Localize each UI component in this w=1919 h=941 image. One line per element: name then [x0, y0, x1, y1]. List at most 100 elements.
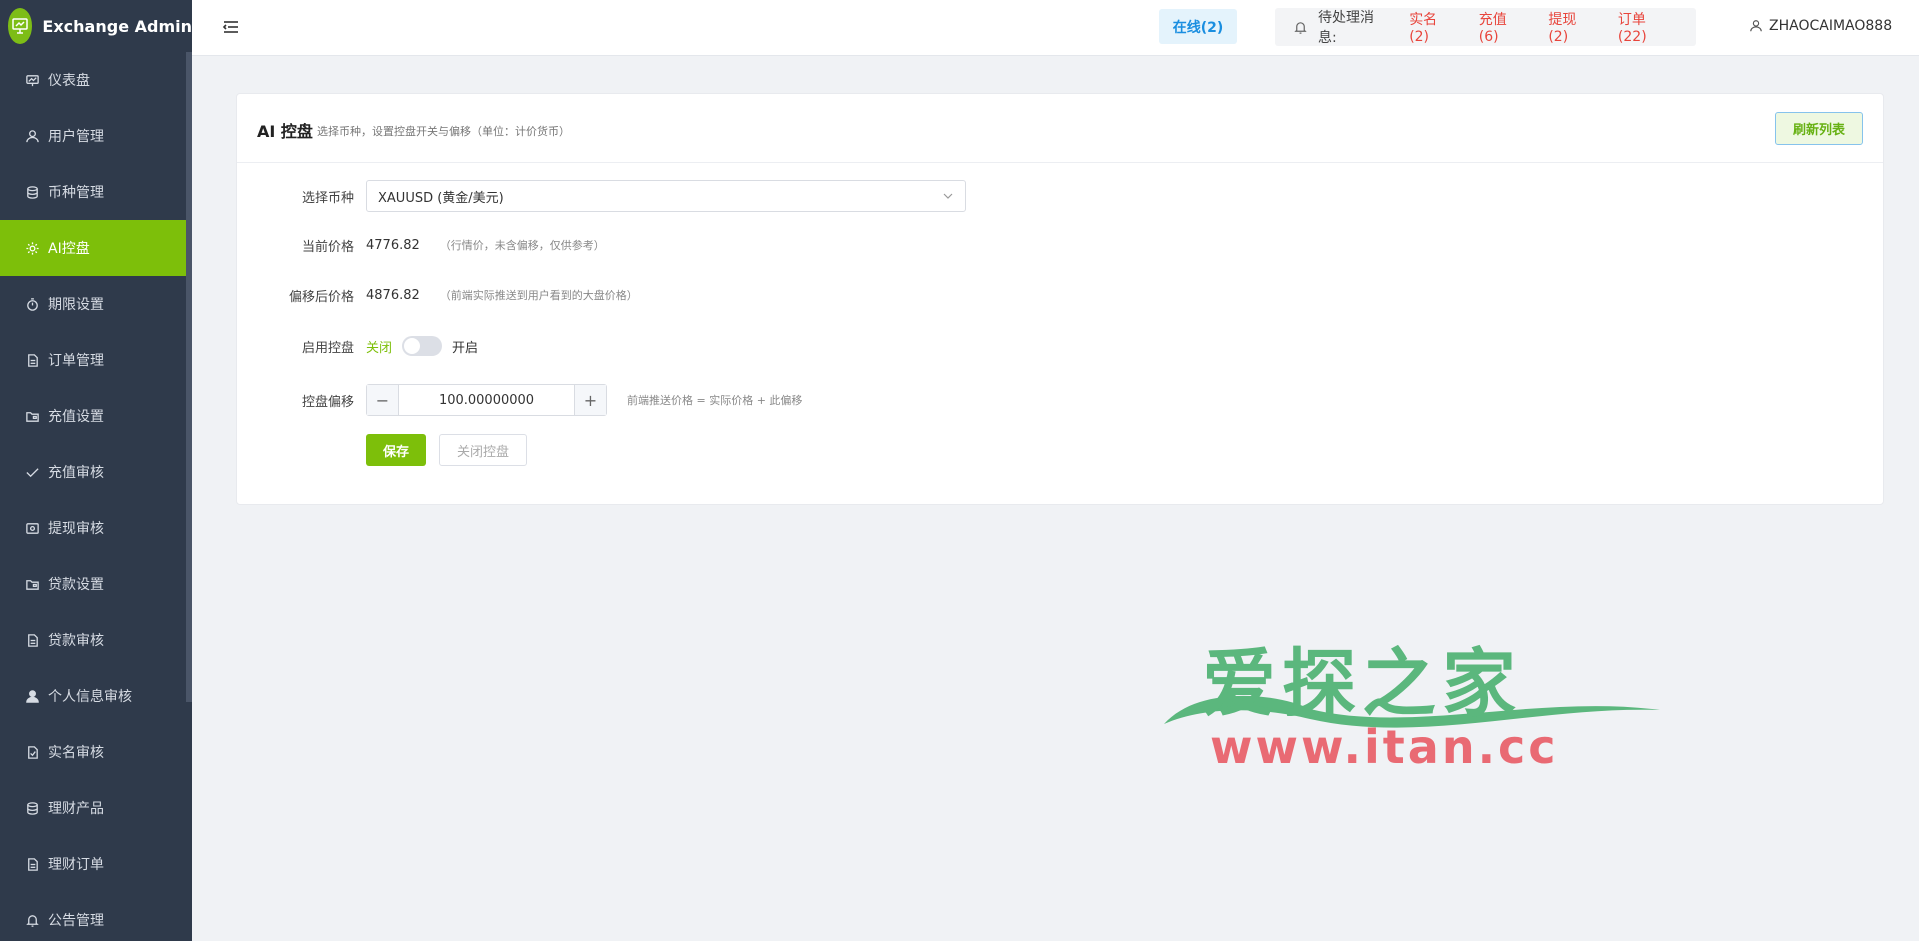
sidebar-item-loan-review[interactable]: 贷款审核 [0, 612, 192, 668]
close-control-button[interactable]: 关闭控盘 [439, 434, 527, 466]
check-icon [24, 464, 40, 480]
offset-price-row: 偏移后价格 4876.82 （前端实际推送到用户看到的大盘价格） [237, 285, 638, 305]
document-icon [24, 352, 40, 368]
sidebar-item-announcements[interactable]: 公告管理 [0, 892, 192, 941]
sidebar-item-label: 提现审核 [48, 521, 104, 537]
card-header: AI 控盘 选择币种，设置控盘开关与偏移（单位：计价货币） 刷新列表 [237, 94, 1883, 163]
brand[interactable]: Exchange Admin [0, 0, 192, 52]
pending-link-orders[interactable]: 订单(22) [1618, 9, 1672, 45]
sidebar-item-withdraw-review[interactable]: 提现审核 [0, 500, 192, 556]
sidebar-item-label: 实名审核 [48, 745, 104, 761]
sidebar: Exchange Admin 仪表盘 用户管理 币种管理 AI控盘 期限设置 订… [0, 0, 192, 941]
sidebar-item-currencies[interactable]: 币种管理 [0, 164, 192, 220]
refresh-list-button[interactable]: 刷新列表 [1775, 112, 1863, 145]
sidebar-item-deposit-settings[interactable]: 充值设置 [0, 388, 192, 444]
sidebar-item-deposit-review[interactable]: 充值审核 [0, 444, 192, 500]
actions-row: 保存 关闭控盘 [237, 434, 527, 466]
sidebar-item-label: 仪表盘 [48, 73, 90, 89]
sidebar-item-label: 理财订单 [48, 857, 104, 873]
sidebar-item-wealth-orders[interactable]: 理财订单 [0, 836, 192, 892]
sidebar-item-label: 个人信息审核 [48, 689, 132, 705]
switch-off-label: 关闭 [366, 340, 393, 356]
switch-on-label: 开启 [452, 340, 479, 356]
folder-icon [24, 408, 40, 424]
person-filled-icon [24, 688, 40, 704]
sidebar-scrollbar[interactable] [186, 52, 192, 702]
current-price-hint: （行情价，未含偏移，仅供参考） [439, 239, 605, 252]
online-badge[interactable]: 在线(2) [1159, 9, 1237, 44]
username: ZHAOCAIMAO888 [1769, 18, 1893, 34]
current-price-value: 4776.82 [366, 237, 420, 253]
sidebar-item-label: 充值审核 [48, 465, 104, 481]
wallet-icon [24, 520, 40, 536]
user-icon [1750, 20, 1762, 32]
offset-price-hint: （前端实际推送到用户看到的大盘价格） [439, 289, 638, 302]
sidebar-item-dashboard[interactable]: 仪表盘 [0, 52, 192, 108]
watermark: 爱探之家 www.itan.cc [1160, 624, 1662, 774]
top-header: 在线(2) 待处理消息: 实名(2) 充值(6) 提现(2) 订单(22) ZH… [192, 0, 1919, 56]
offset-row: 控盘偏移 − 100.00000000 + 前端推送价格 = 实际价格 + 此偏… [237, 384, 802, 416]
page-title: AI 控盘 [257, 122, 313, 141]
offset-price-label: 偏移后价格 [288, 289, 354, 305]
sidebar-item-orders[interactable]: 订单管理 [0, 332, 192, 388]
sidebar-item-label: 币种管理 [48, 185, 104, 201]
document-icon [24, 632, 40, 648]
watermark-url: www.itan.cc [1210, 720, 1559, 774]
document-check-icon [24, 744, 40, 760]
watermark-cn: 爱探之家 [1202, 641, 1522, 727]
pending-link-withdraw[interactable]: 提现(2) [1548, 9, 1594, 45]
sidebar-item-profile-review[interactable]: 个人信息审核 [0, 668, 192, 724]
sidebar-item-label: 公告管理 [48, 913, 104, 929]
pending-link-deposit[interactable]: 充值(6) [1479, 9, 1525, 45]
menu-collapse-icon[interactable] [222, 18, 240, 36]
sidebar-item-label: 订单管理 [48, 353, 104, 369]
offset-label: 控盘偏移 [301, 394, 354, 410]
sidebar-item-label: 贷款设置 [48, 577, 104, 593]
offset-stepper: − 100.00000000 + [366, 384, 607, 416]
current-price-label: 当前价格 [301, 239, 354, 255]
current-price-row: 当前价格 4776.82 （行情价，未含偏移，仅供参考） [237, 235, 605, 255]
sidebar-item-label: 理财产品 [48, 801, 104, 817]
brand-title: Exchange Admin [42, 16, 192, 36]
user-icon [24, 128, 40, 144]
bell-icon [1293, 20, 1308, 35]
page-subtitle: 选择币种，设置控盘开关与偏移（单位：计价货币） [317, 125, 570, 138]
sidebar-item-wealth-products[interactable]: 理财产品 [0, 780, 192, 836]
sidebar-item-label: 贷款审核 [48, 633, 104, 649]
save-button[interactable]: 保存 [366, 434, 426, 466]
increment-button[interactable]: + [574, 385, 606, 415]
sidebar-item-label: 用户管理 [48, 129, 104, 145]
chevron-down-icon [943, 193, 953, 199]
offset-hint: 前端推送价格 = 实际价格 + 此偏移 [627, 394, 803, 407]
ai-control-card: AI 控盘 选择币种，设置控盘开关与偏移（单位：计价货币） 刷新列表 选择币种 … [236, 93, 1884, 505]
presentation-chart-icon [8, 8, 33, 44]
sidebar-menu: 仪表盘 用户管理 币种管理 AI控盘 期限设置 订单管理 充值设置 充值审核 提… [0, 52, 192, 941]
user-menu[interactable]: ZHAOCAIMAO888 [1749, 18, 1892, 34]
control-toggle[interactable] [402, 336, 443, 356]
decrement-button[interactable]: − [367, 385, 399, 415]
document-icon [24, 856, 40, 872]
sidebar-item-loan-settings[interactable]: 贷款设置 [0, 556, 192, 612]
gear-icon [24, 240, 40, 256]
dashboard-icon [24, 72, 40, 88]
database-icon [24, 800, 40, 816]
symbol-row: 选择币种 XAUUSD (黄金/美元) [237, 180, 966, 212]
pending-messages: 待处理消息: 实名(2) 充值(6) 提现(2) 订单(22) [1275, 8, 1696, 46]
enable-label: 启用控盘 [301, 340, 354, 356]
pending-link-kyc[interactable]: 实名(2) [1409, 9, 1455, 45]
sidebar-item-users[interactable]: 用户管理 [0, 108, 192, 164]
bell-icon [24, 912, 40, 928]
offset-input[interactable]: 100.00000000 [399, 385, 574, 415]
pending-label: 待处理消息: [1318, 10, 1374, 46]
symbol-select[interactable]: XAUUSD (黄金/美元) [366, 180, 966, 212]
sidebar-item-kyc-review[interactable]: 实名审核 [0, 724, 192, 780]
sidebar-item-label: 期限设置 [48, 297, 104, 313]
sidebar-item-label: 充值设置 [48, 409, 104, 425]
enable-row: 启用控盘 关闭 开启 [237, 335, 478, 357]
stopwatch-icon [24, 296, 40, 312]
sidebar-item-terms[interactable]: 期限设置 [0, 276, 192, 332]
sidebar-item-ai-control[interactable]: AI控盘 [0, 220, 192, 276]
database-icon [24, 184, 40, 200]
symbol-select-value: XAUUSD (黄金/美元) [378, 190, 504, 206]
offset-price-value: 4876.82 [366, 287, 420, 303]
